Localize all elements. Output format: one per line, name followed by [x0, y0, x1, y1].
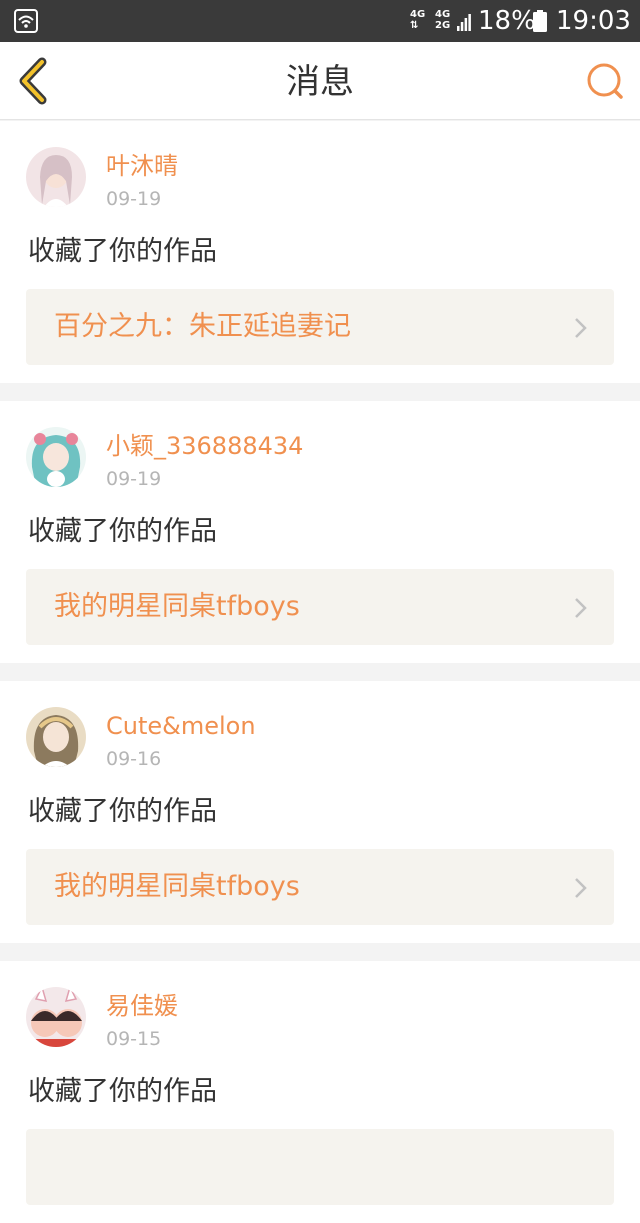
signal-bars-icon — [457, 14, 471, 31]
work-link[interactable]: 百分之九：朱正延追妻记 — [26, 289, 614, 365]
message-action: 收藏了你的作品 — [28, 1076, 217, 1107]
message-card: 易佳媛 09-15 收藏了你的作品 — [0, 961, 640, 1223]
work-link[interactable] — [26, 1129, 614, 1205]
work-title: 我的明星同桌tfboys — [54, 591, 300, 622]
battery-percent: 18% — [478, 6, 536, 36]
message-date: 09-19 — [106, 188, 162, 210]
message-action: 收藏了你的作品 — [28, 516, 217, 547]
data-arrows-icon: ⇅ — [410, 20, 419, 31]
message-card: Cute&melon 09-16 收藏了你的作品 我的明星同桌tfboys — [0, 681, 640, 943]
avatar-image — [26, 427, 86, 487]
work-link[interactable]: 我的明星同桌tfboys — [26, 569, 614, 645]
work-title: 我的明星同桌tfboys — [54, 871, 300, 902]
avatar[interactable] — [26, 147, 86, 207]
header: 消息 — [0, 42, 640, 120]
user-name[interactable]: 叶沐晴 — [106, 151, 178, 181]
message-action: 收藏了你的作品 — [28, 236, 217, 267]
battery-icon — [533, 10, 547, 32]
message-card: 小颖_336888434 09-19 收藏了你的作品 我的明星同桌tfboys — [0, 401, 640, 663]
network-indicator-2: 4G 2G — [435, 9, 450, 31]
avatar-image — [26, 987, 86, 1047]
chevron-right-icon — [575, 598, 587, 618]
avatar-image — [26, 707, 86, 767]
avatar[interactable] — [26, 707, 86, 767]
user-name[interactable]: 小颖_336888434 — [106, 431, 303, 461]
status-bar: 4G ⇅ 4G 2G 18% 19:03 — [0, 0, 640, 42]
network-type-label: 2G — [435, 20, 451, 31]
message-date: 09-15 — [106, 1028, 162, 1050]
page-title: 消息 — [286, 62, 354, 102]
message-card: 叶沐晴 09-19 收藏了你的作品 百分之九：朱正延追妻记 — [0, 121, 640, 383]
message-date: 09-19 — [106, 468, 162, 490]
avatar-image — [26, 147, 86, 207]
avatar[interactable] — [26, 427, 86, 487]
search-icon[interactable] — [584, 60, 626, 102]
work-link[interactable]: 我的明星同桌tfboys — [26, 849, 614, 925]
work-title: 百分之九：朱正延追妻记 — [54, 311, 351, 342]
chevron-right-icon — [575, 318, 587, 338]
network-type-label: 4G — [410, 9, 426, 20]
network-indicator-1: 4G ⇅ — [410, 9, 425, 31]
clock: 19:03 — [556, 6, 631, 36]
user-name[interactable]: 易佳媛 — [106, 991, 178, 1021]
message-action: 收藏了你的作品 — [28, 796, 217, 827]
network-type-label: 4G — [435, 9, 451, 20]
user-name[interactable]: Cute&melon — [106, 711, 256, 741]
wifi-icon — [14, 9, 38, 33]
chevron-right-icon — [575, 878, 587, 898]
message-date: 09-16 — [106, 748, 162, 770]
avatar[interactable] — [26, 987, 86, 1047]
